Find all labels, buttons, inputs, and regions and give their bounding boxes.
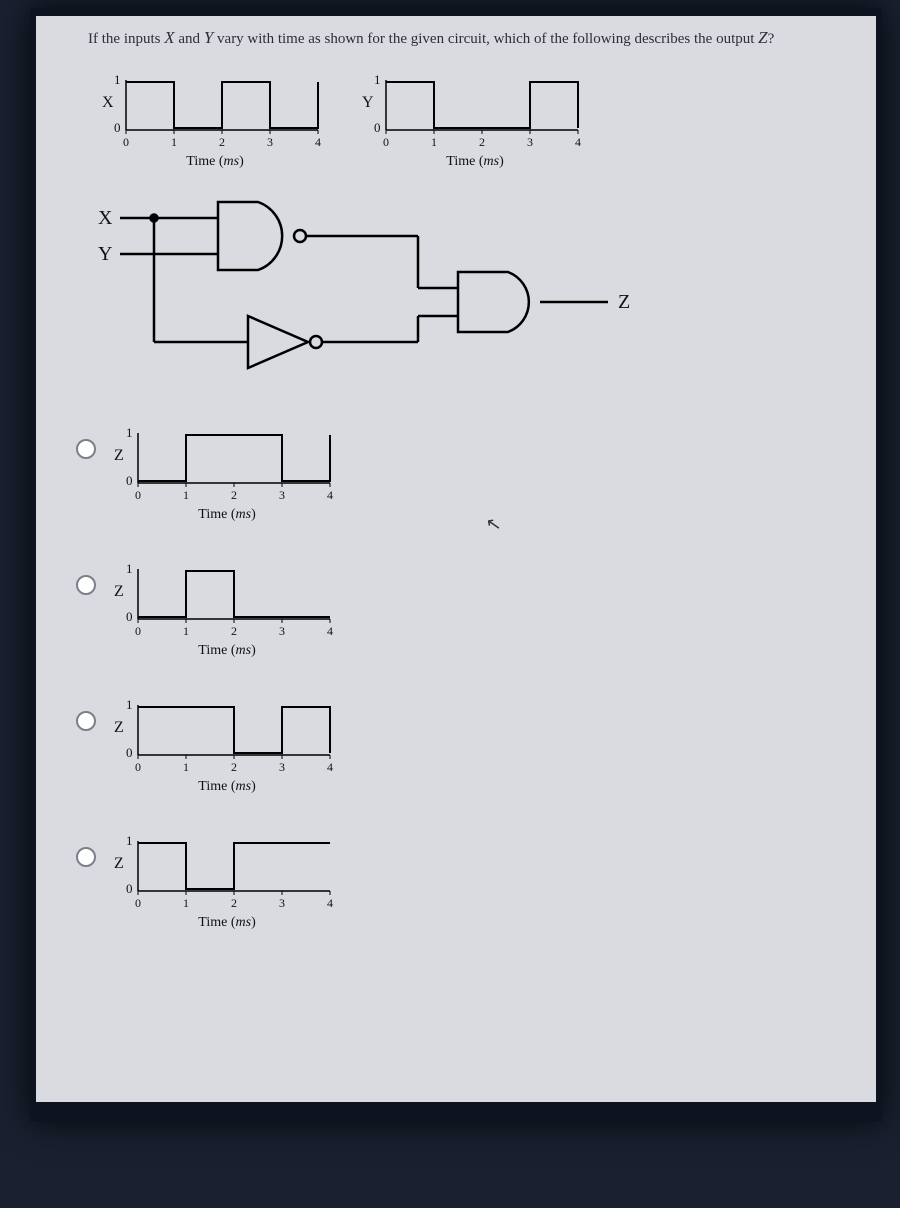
frame-bottom-edge bbox=[36, 1102, 876, 1116]
content-area: If the inputs X and Y vary with time as … bbox=[36, 16, 876, 931]
svg-text:0: 0 bbox=[126, 881, 133, 896]
svg-text:4: 4 bbox=[327, 896, 333, 910]
svg-text:0: 0 bbox=[126, 473, 133, 488]
svg-text:4: 4 bbox=[327, 624, 333, 638]
svg-text:3: 3 bbox=[279, 624, 285, 638]
svg-text:1: 1 bbox=[126, 833, 133, 848]
svg-text:1: 1 bbox=[183, 488, 189, 502]
svg-text:1: 1 bbox=[114, 72, 121, 87]
svg-text:3: 3 bbox=[279, 488, 285, 502]
svg-text:Z: Z bbox=[114, 855, 124, 872]
svg-text:4: 4 bbox=[575, 135, 581, 149]
svg-text:Z: Z bbox=[114, 447, 124, 464]
svg-text:1: 1 bbox=[126, 425, 133, 440]
radio-C[interactable] bbox=[76, 711, 96, 731]
svg-text:4: 4 bbox=[327, 760, 333, 774]
svg-text:3: 3 bbox=[279, 760, 285, 774]
svg-text:0: 0 bbox=[135, 488, 141, 502]
chart-Z-D: 1Z0 01234 Time (ms) bbox=[112, 823, 342, 931]
circuit-z-label: Z bbox=[618, 291, 630, 313]
svg-text:0: 0 bbox=[383, 135, 389, 149]
svg-text:2: 2 bbox=[231, 488, 237, 502]
svg-text:0: 0 bbox=[126, 609, 133, 624]
svg-text:0: 0 bbox=[135, 624, 141, 638]
svg-text:2: 2 bbox=[479, 135, 485, 149]
question-frame: If the inputs X and Y vary with time as … bbox=[30, 8, 882, 1122]
svg-text:Z: Z bbox=[114, 583, 124, 600]
svg-text:1: 1 bbox=[183, 624, 189, 638]
svg-text:3: 3 bbox=[279, 896, 285, 910]
svg-text:2: 2 bbox=[219, 135, 225, 149]
svg-text:0: 0 bbox=[123, 135, 129, 149]
radio-B[interactable] bbox=[76, 575, 96, 595]
circuit-x-label: X bbox=[98, 207, 113, 229]
circuit-y-label: Y bbox=[98, 243, 112, 265]
svg-text:1: 1 bbox=[431, 135, 437, 149]
svg-text:1: 1 bbox=[183, 896, 189, 910]
q-mid: and bbox=[175, 31, 204, 47]
question-text: If the inputs X and Y vary with time as … bbox=[88, 26, 864, 50]
chart-Z-C: 1Z0 01234 Time (ms) bbox=[112, 687, 342, 795]
svg-text:Z: Z bbox=[114, 719, 124, 736]
svg-text:4: 4 bbox=[327, 488, 333, 502]
x-axis-ylabel: X bbox=[102, 94, 114, 111]
svg-text:0: 0 bbox=[126, 745, 133, 760]
options-list: 1Z0 01234 Time (ms) bbox=[48, 415, 864, 931]
q-q: ? bbox=[768, 31, 775, 47]
q-varx: X bbox=[164, 28, 174, 47]
option-D[interactable]: 1Z0 01234 Time (ms) bbox=[76, 823, 864, 931]
y-axis-label: Time (ms) bbox=[360, 154, 590, 170]
option-A[interactable]: 1Z0 01234 Time (ms) bbox=[76, 415, 864, 523]
svg-text:2: 2 bbox=[231, 896, 237, 910]
q-rest: vary with time as shown for the given ci… bbox=[213, 31, 758, 47]
svg-text:1: 1 bbox=[126, 561, 133, 576]
input-waveforms: 1 X 0 0 1 2 3 4 Time (ms) bbox=[100, 62, 864, 170]
svg-text:3: 3 bbox=[527, 135, 533, 149]
svg-text:1: 1 bbox=[183, 760, 189, 774]
svg-text:2: 2 bbox=[231, 624, 237, 638]
svg-text:0: 0 bbox=[114, 120, 121, 135]
q-lead: If the inputs bbox=[88, 31, 164, 47]
option-C[interactable]: 1Z0 01234 Time (ms) bbox=[76, 687, 864, 795]
radio-A[interactable] bbox=[76, 439, 96, 459]
option-B[interactable]: 1Z0 01234 Time (ms) bbox=[76, 551, 864, 659]
q-varz: Z bbox=[758, 28, 767, 47]
chart-Z-B: 1Z0 01234 Time (ms) bbox=[112, 551, 342, 659]
chart-X: 1 X 0 0 1 2 3 4 Time (ms) bbox=[100, 62, 330, 170]
chart-Z-A: 1Z0 01234 Time (ms) bbox=[112, 415, 342, 523]
svg-text:3: 3 bbox=[267, 135, 273, 149]
svg-text:4: 4 bbox=[315, 135, 321, 149]
svg-text:1: 1 bbox=[374, 72, 381, 87]
chart-Y: 1 Y 0 0 1 2 3 4 Time (ms) bbox=[360, 62, 590, 170]
circuit-diagram: X Y bbox=[98, 192, 864, 397]
svg-text:1: 1 bbox=[171, 135, 177, 149]
y-axis-ylabel: Y bbox=[362, 94, 374, 111]
x-axis-label: Time (ms) bbox=[100, 154, 330, 170]
radio-D[interactable] bbox=[76, 847, 96, 867]
svg-text:2: 2 bbox=[231, 760, 237, 774]
svg-text:0: 0 bbox=[135, 896, 141, 910]
svg-text:0: 0 bbox=[374, 120, 381, 135]
svg-text:0: 0 bbox=[135, 760, 141, 774]
svg-text:1: 1 bbox=[126, 697, 133, 712]
q-vary: Y bbox=[204, 28, 213, 47]
